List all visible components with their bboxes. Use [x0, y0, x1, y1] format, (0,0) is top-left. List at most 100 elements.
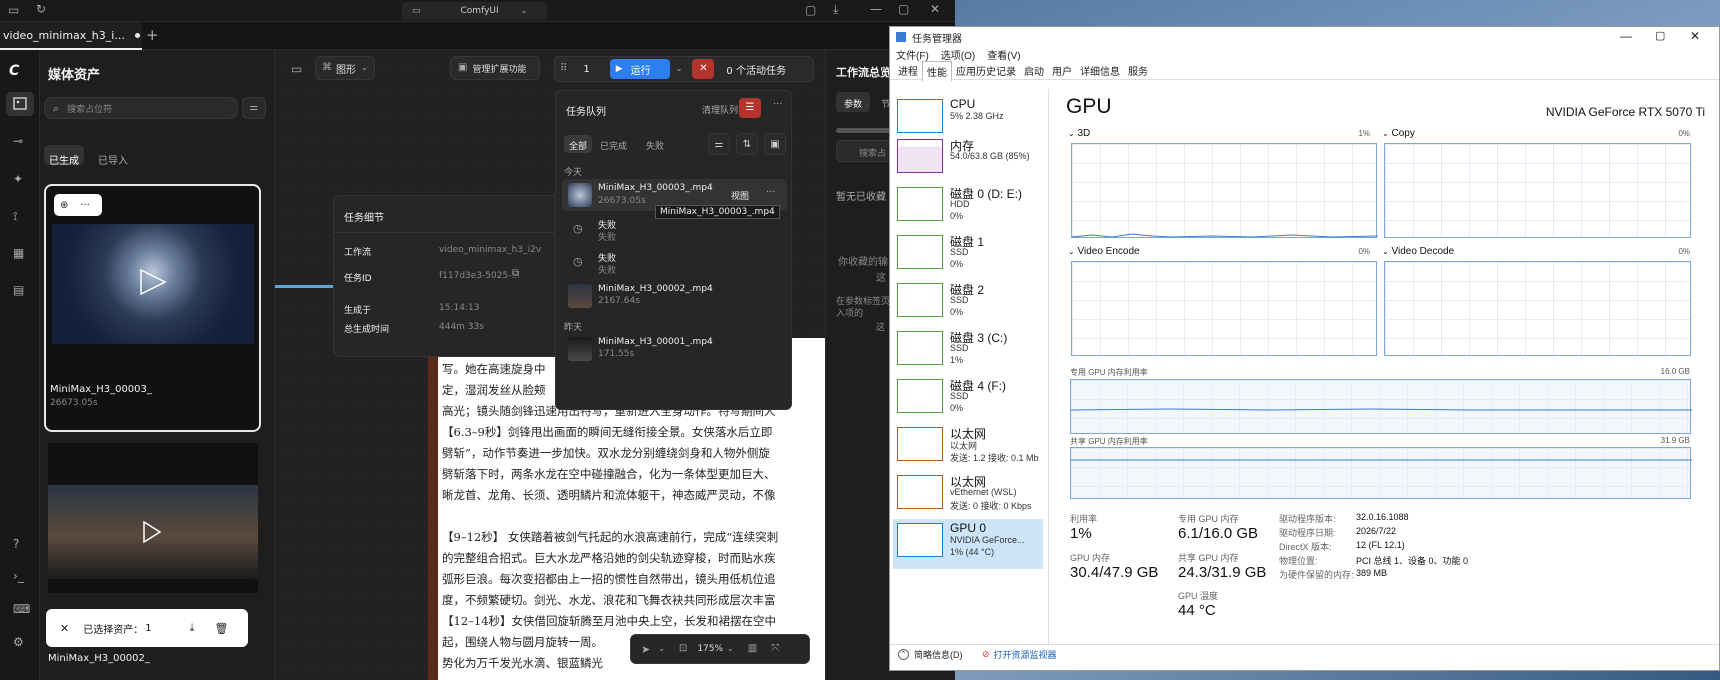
tab-generated[interactable]: 已生成	[44, 145, 84, 167]
hide-links-icon[interactable]: ⤧	[771, 644, 779, 654]
resource-item[interactable]: GPU 0 NVIDIA GeForce... 1% (44 °C)	[893, 519, 1043, 569]
drag-handle-icon[interactable]: ⠿	[560, 64, 567, 74]
tab-imported[interactable]: 已导入	[98, 149, 128, 168]
delete-selected-icon[interactable]: 🗑	[214, 622, 228, 635]
fit-view-icon[interactable]: ⊡	[679, 644, 687, 654]
resource-item[interactable]: 磁盘 2 SSD 0%	[893, 279, 1043, 329]
asset-card-1[interactable]: ⊕ ··· MiniMax_H3_00003_ 26673.05s	[44, 184, 261, 432]
help-icon[interactable]: ?	[13, 538, 19, 550]
queue-item[interactable]: ◷ 失败 失败	[562, 215, 787, 245]
view-button[interactable]: 视图	[731, 189, 749, 202]
sidebar-toggle-icon[interactable]: ▭	[8, 4, 19, 16]
refresh-icon[interactable]: ↻	[36, 3, 46, 15]
queue-icon[interactable]: ▤	[13, 284, 24, 296]
tab-processes[interactable]: 进程	[894, 61, 922, 80]
tab-app-history[interactable]: 应用历史记录	[952, 61, 1020, 80]
chevron-down-icon[interactable]: ⌄	[658, 645, 665, 653]
sort-icon[interactable]: ⇅	[736, 133, 758, 155]
cancel-run-button[interactable]: ✕	[692, 59, 715, 79]
clear-selection-icon[interactable]: ✕	[60, 622, 69, 635]
tm-maximize-icon[interactable]: ▢	[1655, 29, 1665, 42]
filter-all[interactable]: 全部	[564, 135, 592, 153]
filter-done[interactable]: 已完成	[600, 139, 627, 152]
close-icon[interactable]: ✕	[930, 3, 940, 15]
resource-monitor-link[interactable]: ⊘ 打开资源监视器	[982, 648, 1057, 661]
maximize-icon[interactable]: ▢	[898, 3, 909, 15]
chat-icon[interactable]: ▢	[805, 4, 816, 16]
minimize-icon[interactable]: —	[870, 3, 882, 15]
brief-info-button[interactable]: ⌃ 简略信息(D)	[898, 648, 963, 661]
terminal-icon[interactable]: ›_	[13, 570, 24, 582]
filter-icon[interactable]: ⚌	[708, 133, 730, 155]
app-switcher[interactable]: ▭ ComfyUI ⌄	[402, 2, 547, 20]
asset-card-toolbar: ⊕ ···	[54, 194, 102, 216]
resource-item[interactable]: 磁盘 1 SSD 0%	[893, 231, 1043, 281]
util-label: 利用率	[1070, 514, 1098, 524]
keyboard-icon[interactable]: ⌨	[13, 603, 30, 615]
run-options-icon[interactable]: ⌄	[676, 65, 683, 73]
more-icon[interactable]: ···	[766, 188, 776, 198]
queue-item[interactable]: MiniMax_H3_00001_.mp4 171.55s	[562, 334, 787, 364]
new-tab-icon[interactable]: +	[146, 28, 159, 43]
workflows-icon[interactable]: ⟟	[13, 210, 17, 222]
resource-sub: 发送: 1.2 接收: 0.1 Mb	[950, 453, 1039, 463]
nodes-icon[interactable]: ✦	[13, 173, 23, 185]
more-icon[interactable]: ···	[773, 100, 783, 110]
gallery-icon[interactable]: ▣	[764, 133, 786, 155]
resource-item[interactable]: 以太网 以太网 发送: 1.2 接收: 0.1 Mb	[893, 423, 1043, 473]
settings-icon[interactable]: ⚙	[13, 636, 24, 648]
more-icon[interactable]: ···	[80, 200, 90, 211]
clear-queue-icon[interactable]: ☰	[739, 98, 761, 118]
chevron-down-icon[interactable]: ⌄	[727, 645, 734, 653]
resource-item[interactable]: 以太网 vEthernet (WSL) 发送: 0 接收: 0 Kbps	[893, 471, 1043, 521]
clear-queue-button[interactable]: 清理队列	[702, 103, 738, 116]
right-hint-2: 这	[876, 273, 886, 284]
tab-services[interactable]: 服务	[1124, 61, 1152, 80]
asset-card-2[interactable]	[48, 443, 258, 593]
media-assets-icon[interactable]	[6, 92, 34, 116]
model-library-icon[interactable]: ⊸	[13, 135, 23, 147]
filter-settings-button[interactable]: ⚌	[242, 97, 266, 119]
tab-users[interactable]: 用户	[1048, 61, 1076, 80]
comfy-logo-icon[interactable]: C	[9, 63, 29, 79]
prompt-line: 劈斩落下时，两条水龙在空中碰撞融合，化为一条体型更加巨大、	[442, 467, 776, 481]
asset-thumbnail-2[interactable]	[48, 485, 258, 579]
zoom-level[interactable]: 175%	[697, 644, 723, 654]
tab-startup[interactable]: 启动	[1020, 61, 1048, 80]
asset-thumbnail-1[interactable]	[52, 224, 254, 344]
resource-item[interactable]: 磁盘 3 (C:) SSD 1%	[893, 327, 1043, 377]
queue-item[interactable]: MiniMax_H3_00002_.mp4 2167.64s	[562, 281, 787, 311]
resource-item[interactable]: 磁盘 4 (F:) SSD 0%	[893, 375, 1043, 425]
workflow-tab[interactable]: video_minimax_h3_i...	[0, 22, 142, 50]
run-button[interactable]: ▶ 运行	[609, 59, 670, 79]
filter-failed[interactable]: 失败	[646, 139, 664, 152]
graph-encode-label: ⌄ Video Encode	[1068, 246, 1140, 257]
templates-icon[interactable]: ▦	[13, 247, 24, 259]
tab-details[interactable]: 详细信息	[1076, 61, 1124, 80]
search-box[interactable]: ⌕ 搜索占位符	[44, 97, 238, 119]
resource-item[interactable]: 磁盘 0 (D: E:) HDD 0%	[893, 183, 1043, 233]
search-input[interactable]: 搜索占位符	[67, 102, 112, 115]
tab-performance[interactable]: 性能	[922, 60, 952, 81]
download-icon[interactable]: ⤓	[833, 3, 838, 15]
tm-close-icon[interactable]: ✕	[1690, 29, 1700, 43]
active-tasks[interactable]: 0 个活动任务	[726, 62, 786, 77]
minimap-icon[interactable]: ▥	[748, 644, 757, 654]
pointer-icon[interactable]: ➤	[641, 644, 650, 655]
download-selected-icon[interactable]: ⤓	[190, 621, 195, 635]
panel-toggle-icon[interactable]: ▭	[291, 63, 302, 75]
queue-item-sub: 失败	[598, 266, 617, 276]
graph-decode-label: ⌄ Video Decode	[1382, 246, 1454, 257]
tm-minimize-icon[interactable]: —	[1620, 29, 1632, 43]
zoom-in-icon[interactable]: ⊕	[60, 200, 68, 211]
tm-title-bar: 任务管理器 — ▢ ✕	[890, 27, 1719, 47]
tab-params[interactable]: 参数	[836, 92, 870, 112]
menu-view[interactable]: 查看(V)	[987, 47, 1020, 62]
run-count-input[interactable]: 1	[583, 64, 589, 75]
copy-icon[interactable]: ⧉	[512, 269, 519, 279]
manage-extensions-button[interactable]: ▣ 管理扩展功能	[450, 56, 540, 80]
graph-mode-button[interactable]: ⌘ 图形 ⌄	[315, 56, 375, 80]
graph-canvas[interactable]: ▭ ⌘ 图形 ⌄ ▣ 管理扩展功能 ⠿ 1 ▶ 运行 ⌄ ✕ 0 个活动任务 【…	[275, 50, 825, 680]
queue-item[interactable]: ◷ 失败 失败	[562, 248, 787, 278]
resource-item[interactable]: 内存 54.0/63.8 GB (85%)	[893, 135, 1043, 185]
